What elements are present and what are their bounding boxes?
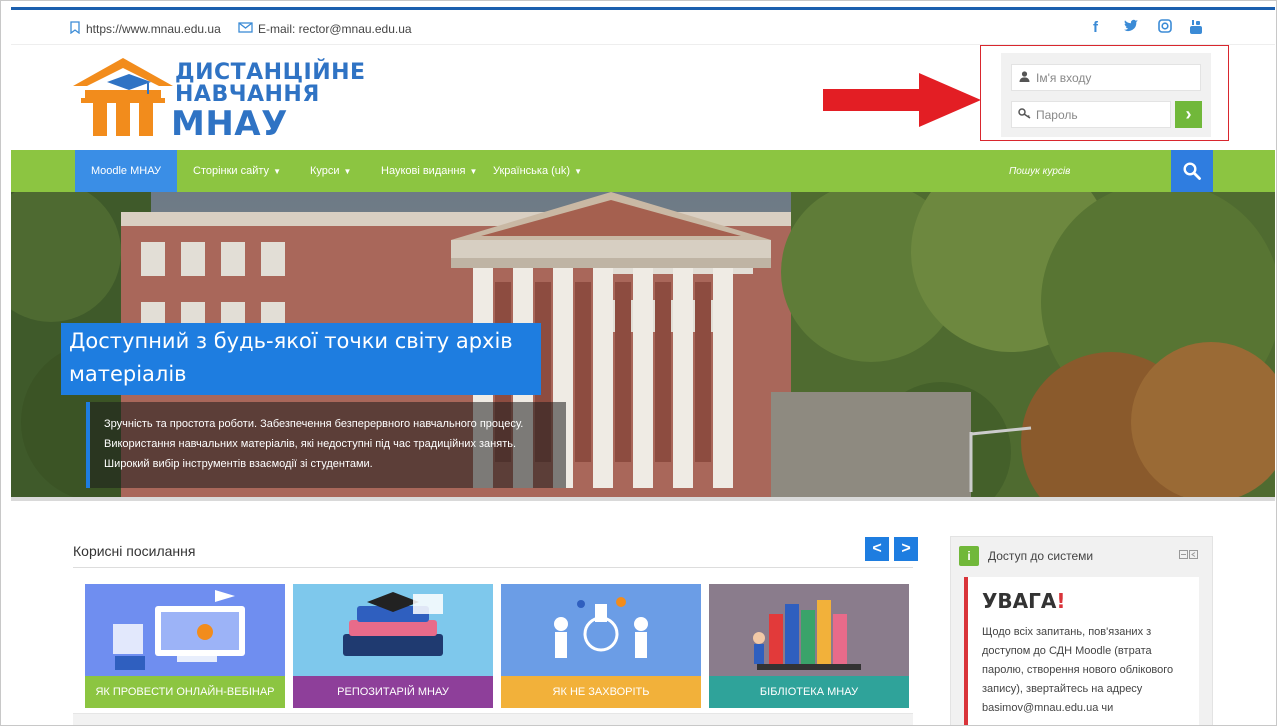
login-submit-button[interactable]: ›	[1175, 101, 1202, 128]
block-controls-icon[interactable]	[1179, 550, 1199, 563]
hero-title: Доступний з будь-якої точки світу архів …	[61, 323, 541, 395]
hero-description: Зручність та простота роботи. Забезпечен…	[86, 402, 566, 488]
caret-down-icon: ▼	[469, 166, 478, 176]
site-logo[interactable]: ДИСТАНЦІЙНЕ НАВЧАННЯ МНАУ	[73, 56, 365, 144]
nav-label: Наукові видання	[381, 165, 466, 177]
username-field[interactable]: Ім'я входу	[1011, 64, 1201, 91]
user-icon	[1012, 70, 1036, 85]
warning-word: УВАГА	[982, 589, 1057, 613]
webinar-illustration	[85, 584, 285, 676]
caret-down-icon: ▼	[574, 166, 582, 176]
logo-line-3: МНАУ	[171, 104, 288, 144]
card-label[interactable]: Як провести онлайн-вебінар	[85, 676, 285, 708]
password-placeholder[interactable]: Пароль	[1036, 108, 1078, 122]
hero-line: Широкий вибір інструментів взаємодії зі …	[104, 458, 373, 470]
content-bottom-strip	[73, 713, 913, 725]
health-illustration	[501, 584, 701, 676]
link-card-repository[interactable]: Репозитарій МНАУ	[293, 584, 493, 708]
nav-item-site-pages[interactable]: Сторінки сайту ▼	[181, 150, 293, 192]
nav-label: Курси	[310, 165, 340, 177]
username-placeholder[interactable]: Ім'я входу	[1036, 71, 1091, 85]
browser-frame: https://www.mnau.edu.ua E-mail: rector@m…	[0, 0, 1277, 726]
email-text[interactable]: E-mail: rector@mnau.edu.ua	[258, 22, 412, 36]
facebook-icon[interactable]: f	[1093, 19, 1098, 36]
carousel-prev-button[interactable]: <	[865, 537, 889, 561]
card-label[interactable]: Як не захворіть	[501, 676, 701, 708]
course-search-input[interactable]: Пошук курсів	[999, 158, 1167, 184]
nav-label: Moodle МНАУ	[90, 165, 162, 177]
chevron-right-icon: ›	[1185, 104, 1192, 124]
email-link[interactable]: E-mail: rector@mnau.edu.ua	[238, 21, 412, 36]
key-icon	[1012, 107, 1036, 122]
card-label[interactable]: Бібліотека МНАУ	[709, 676, 909, 708]
caret-down-icon: ▼	[273, 166, 281, 176]
info-icon: i	[959, 546, 979, 566]
warning-bang: !	[1056, 589, 1066, 613]
search-icon	[1183, 162, 1201, 180]
bookmark-icon	[69, 21, 81, 37]
top-accent-line	[11, 7, 1275, 10]
useful-links-title: Корисні посилання	[73, 543, 196, 559]
hero-line: Використання навчальних матеріалів, які …	[104, 438, 517, 450]
carousel-next-button[interactable]: >	[894, 537, 918, 561]
caret-down-icon: ▼	[343, 166, 352, 176]
link-card-webinar[interactable]: Як провести онлайн-вебінар	[85, 584, 285, 708]
building-logo-icon	[73, 58, 173, 136]
site-url[interactable]: https://www.mnau.edu.ua	[86, 22, 221, 36]
login-form: Ім'я входу Пароль ›	[1001, 53, 1211, 137]
nav-item-courses[interactable]: Курси ▼	[298, 150, 363, 192]
password-field[interactable]: Пароль	[1011, 101, 1171, 128]
link-card-library[interactable]: Бібліотека МНАУ	[709, 584, 909, 708]
instagram-icon[interactable]	[1158, 19, 1172, 37]
search-button[interactable]	[1171, 150, 1213, 192]
youtube-icon[interactable]	[1189, 19, 1203, 39]
envelope-icon	[238, 21, 253, 36]
access-block-title: Доступ до системи	[988, 549, 1094, 563]
site-link[interactable]: https://www.mnau.edu.ua	[69, 21, 221, 37]
warning-heading: УВАГА!	[982, 589, 1199, 613]
hero-line: Зручність та простота роботи. Забезпечен…	[104, 418, 524, 430]
main-nav: Moodle МНАУ Сторінки сайту ▼ Курси ▼ Науко…	[11, 150, 1275, 192]
top-bar: https://www.mnau.edu.ua E-mail: rector@m…	[11, 11, 1275, 45]
hero-slider: Доступний з будь-якої точки світу архів …	[11, 192, 1275, 501]
access-block: i Доступ до системи УВАГА! Щодо всіх зап…	[950, 536, 1214, 725]
access-block-body: УВАГА! Щодо всіх запитань, пов'язаних з …	[964, 577, 1199, 725]
section-divider	[73, 567, 913, 568]
red-arrow-annotation	[823, 73, 981, 127]
card-label[interactable]: Репозитарій МНАУ	[293, 676, 493, 708]
access-block-header: i Доступ до системи	[951, 537, 1214, 577]
chevron-right-icon: >	[901, 540, 911, 557]
nav-label: Сторінки сайту	[193, 165, 270, 177]
library-illustration	[709, 584, 909, 676]
hero-bottom-border	[11, 497, 1275, 501]
nav-item-moodle[interactable]: Moodle МНАУ	[75, 150, 177, 192]
nav-item-publications[interactable]: Наукові видання ▼	[369, 150, 489, 192]
chevron-left-icon: <	[872, 540, 882, 557]
repository-illustration	[293, 584, 493, 676]
nav-label: Українська (uk)	[493, 165, 571, 177]
warning-text: Щодо всіх запитань, пов'язаних з доступо…	[982, 626, 1174, 714]
twitter-icon[interactable]	[1123, 19, 1139, 36]
nav-item-language[interactable]: Українська (uk) ▼	[481, 150, 594, 192]
link-card-health[interactable]: Як не захворіть	[501, 584, 701, 708]
